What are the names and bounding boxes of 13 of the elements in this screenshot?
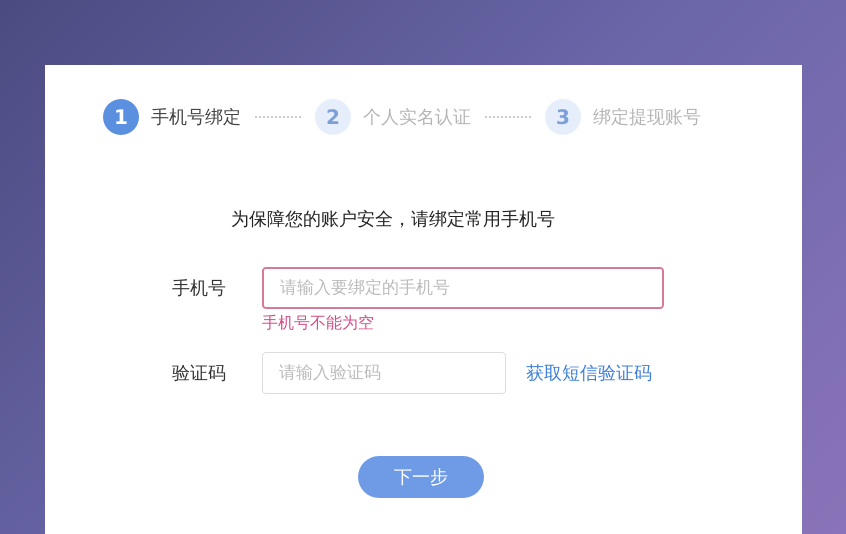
error-message: 手机号不能为空 — [262, 313, 375, 334]
step-label: 个人实名认证 — [363, 106, 471, 129]
step-label: 绑定提现账号 — [593, 106, 701, 129]
step-label: 手机号绑定 — [151, 106, 241, 129]
sms-code-link[interactable]: 获取短信验证码 — [526, 361, 652, 385]
step-number: 2 — [315, 99, 351, 135]
step-number: 1 — [103, 99, 139, 135]
step-number: 3 — [545, 99, 581, 135]
heading: 为保障您的账户安全，请绑定常用手机号 — [231, 208, 556, 231]
next-button[interactable]: 下一步 — [358, 456, 484, 498]
field-label: 验证码 — [171, 362, 226, 385]
input-field[interactable]: 请输入要绑定的手机号 — [262, 267, 664, 309]
field-label: 手机号 — [171, 277, 226, 300]
